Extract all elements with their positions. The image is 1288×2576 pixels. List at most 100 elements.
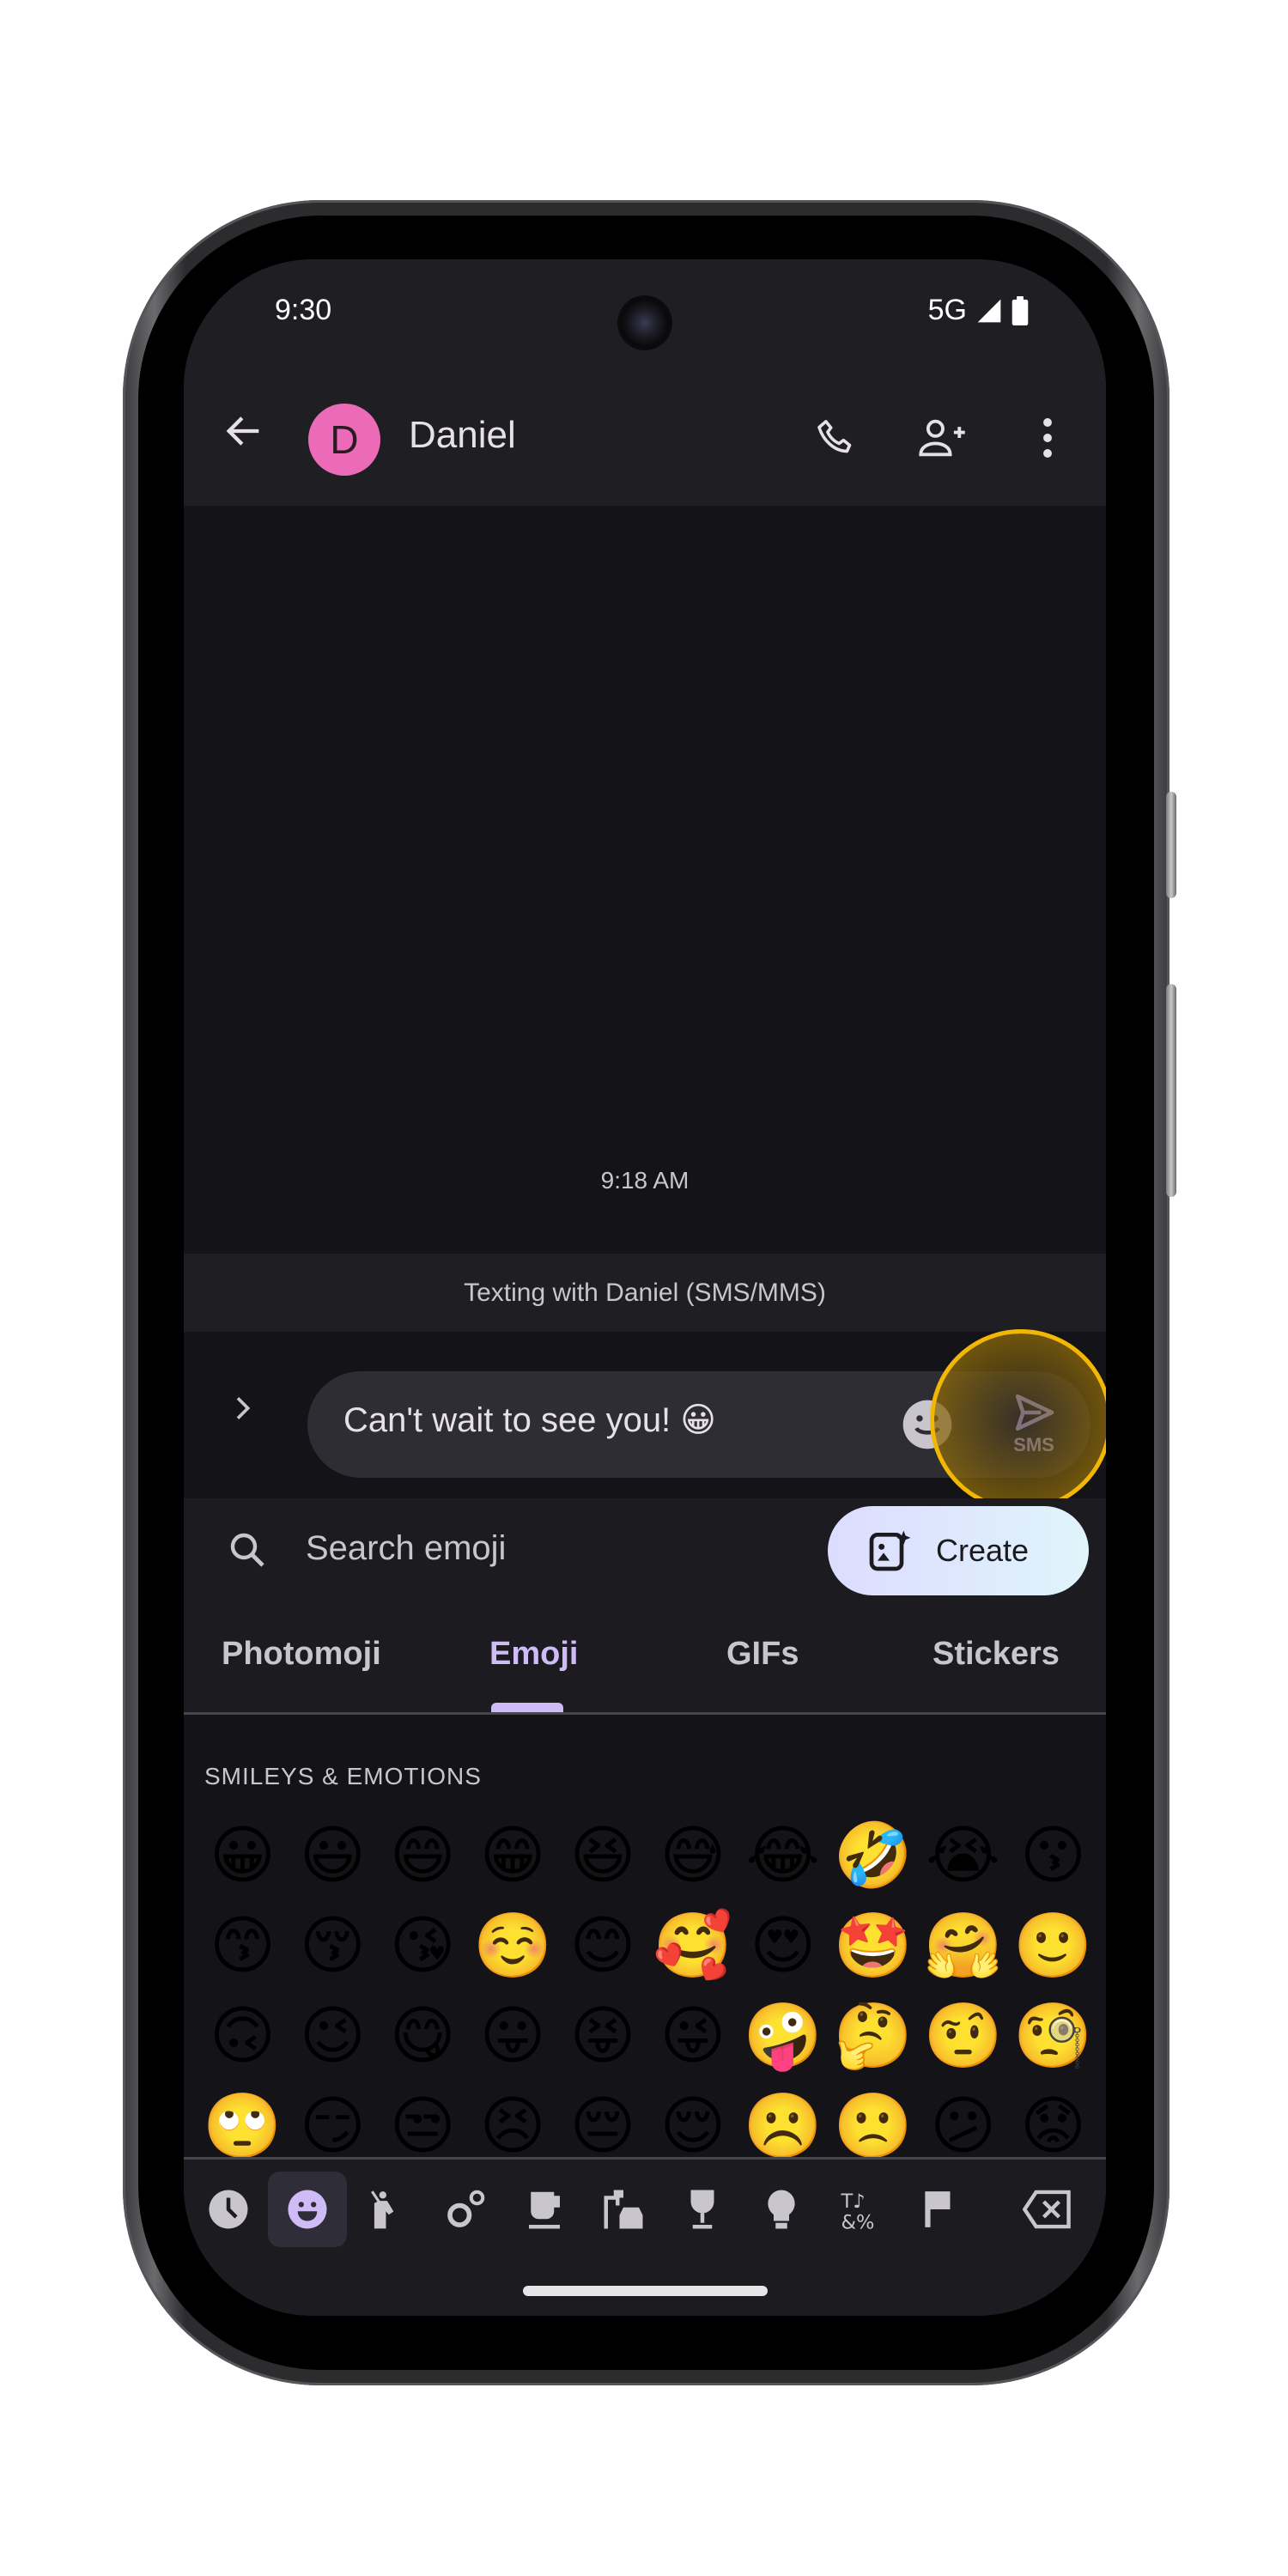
emoji-item[interactable]: 😁: [468, 1811, 558, 1901]
category-symbols[interactable]: T♪ &%: [821, 2172, 900, 2247]
send-sms-button[interactable]: SMS: [977, 1380, 1091, 1469]
tab-gifs[interactable]: GIFs: [726, 1636, 799, 1673]
network-label: 5G: [927, 294, 967, 326]
emoji-item[interactable]: 😋: [378, 1991, 468, 2081]
status-bar: 9:30 5G: [184, 259, 1106, 369]
category-recent[interactable]: [189, 2172, 268, 2247]
create-button[interactable]: Create: [828, 1506, 1089, 1595]
contact-name[interactable]: Daniel: [409, 414, 516, 457]
emoji-item[interactable]: 😊: [558, 1901, 648, 1991]
emoji-item[interactable]: 🤔: [828, 1991, 918, 2081]
category-objects[interactable]: [742, 2172, 821, 2247]
emoji-item[interactable]: 🙂: [1008, 1901, 1098, 1991]
add-contact-button[interactable]: [912, 407, 974, 469]
compose-bar: Can't wait to see you! 😀 SMS: [184, 1332, 1106, 1498]
emoji-search-row: Search emoji Create: [184, 1498, 1106, 1601]
emoji-item[interactable]: 😜: [647, 1991, 738, 2081]
category-travel[interactable]: [584, 2172, 663, 2247]
message-timestamp: 9:18 AM: [600, 1167, 690, 1194]
emoji-grid: 😀 😃 😄 😁 😆 😅 😂 🤣 😭 😗 😙 😚 😘 ☺️ 😊 🥰 😍 🤩 🤗 🙂 🙃 😉 😋 😛 😝 😜 🤪 🤔 🤨 🧐 🙄 😏 😒 😣 😔 😌 ☹️ 🙁…: [197, 1811, 1099, 2172]
travel-icon: [604, 2190, 643, 2229]
emoji-item[interactable]: 😆: [558, 1811, 648, 1901]
add-person-icon: [919, 419, 965, 457]
send-icon: [1015, 1394, 1054, 1431]
status-time: 9:30: [275, 294, 332, 326]
tab-stickers[interactable]: Stickers: [933, 1636, 1060, 1673]
emoji-item[interactable]: 🤨: [918, 1991, 1008, 2081]
battery-icon: [1012, 295, 1029, 325]
smileys-icon: [288, 2190, 327, 2229]
more-vert-icon: [1043, 418, 1052, 458]
people-icon: [371, 2190, 394, 2229]
tab-photomoji[interactable]: Photomoji: [222, 1636, 381, 1673]
home-indicator[interactable]: [523, 2286, 768, 2296]
emoji-item[interactable]: 😄: [378, 1811, 468, 1901]
emoji-item[interactable]: 🧐: [1008, 1991, 1098, 2081]
back-button[interactable]: [216, 409, 271, 464]
message-input-text[interactable]: Can't wait to see you! 😀: [343, 1400, 716, 1440]
sms-banner: Texting with Daniel (SMS/MMS): [184, 1254, 1106, 1332]
svg-text:&%: &%: [841, 2212, 875, 2233]
backspace-icon: [1023, 2190, 1071, 2229]
objects-icon: [768, 2190, 795, 2229]
chevron-right-icon: [236, 1397, 251, 1419]
emoji-item[interactable]: 🤪: [738, 1991, 828, 2081]
create-sticker-icon: [869, 1530, 911, 1571]
emoji-item[interactable]: 😂: [738, 1811, 828, 1901]
front-camera: [617, 295, 672, 350]
activities-icon: [690, 2190, 714, 2229]
send-label: SMS: [1013, 1434, 1054, 1455]
emoji-category-bar: T♪ &%: [184, 2157, 1106, 2266]
emoji-item[interactable]: 🥰: [647, 1901, 738, 1991]
emoji-item[interactable]: 😃: [288, 1811, 378, 1901]
signal-icon: [977, 299, 1001, 322]
emoji-item[interactable]: 🙃: [197, 1991, 288, 2081]
emoji-item[interactable]: 😛: [468, 1991, 558, 2081]
emoji-item[interactable]: 😉: [288, 1991, 378, 2081]
emoji-icon: [902, 1400, 952, 1449]
category-flags[interactable]: [900, 2172, 979, 2247]
emoji-item[interactable]: 😭: [918, 1811, 1008, 1901]
category-activities[interactable]: [663, 2172, 742, 2247]
message-input[interactable]: Can't wait to see you! 😀 SMS: [307, 1371, 1091, 1478]
emoji-item[interactable]: 😝: [558, 1991, 648, 2081]
svg-text:T♪: T♪: [841, 2190, 866, 2213]
emoji-item[interactable]: 😚: [288, 1901, 378, 1991]
search-icon[interactable]: [227, 1529, 268, 1571]
message-thread: 9:18 AM: [184, 506, 1106, 1254]
volume-button: [1166, 984, 1176, 1197]
category-people[interactable]: [347, 2172, 426, 2247]
category-food[interactable]: [505, 2172, 584, 2247]
emoji-item[interactable]: 🤗: [918, 1901, 1008, 1991]
status-icons: 5G: [928, 294, 1029, 327]
emoji-item[interactable]: ☺️: [468, 1901, 558, 1991]
emoji-button[interactable]: [898, 1395, 957, 1454]
backspace-button[interactable]: [1008, 2172, 1087, 2247]
tab-emoji[interactable]: Emoji: [489, 1636, 578, 1673]
category-smileys[interactable]: [268, 2172, 347, 2247]
emoji-item[interactable]: 🤩: [828, 1901, 918, 1991]
emoji-item[interactable]: 😙: [197, 1901, 288, 1991]
emoji-item[interactable]: 😅: [647, 1811, 738, 1901]
emoji-item[interactable]: 🤣: [828, 1811, 918, 1901]
more-options-button[interactable]: [1017, 407, 1078, 469]
category-nature[interactable]: [426, 2172, 505, 2247]
recent-icon: [209, 2190, 248, 2229]
emoji-item[interactable]: 😘: [378, 1901, 468, 1991]
food-icon: [529, 2191, 560, 2229]
expand-button[interactable]: [215, 1385, 270, 1440]
flags-icon: [925, 2191, 951, 2227]
emoji-item[interactable]: 😗: [1008, 1811, 1098, 1901]
avatar[interactable]: D: [308, 404, 380, 476]
symbols-icon: T♪&%: [841, 2190, 875, 2233]
emoji-item[interactable]: 😀: [197, 1811, 288, 1901]
call-button[interactable]: [805, 407, 867, 469]
nature-icon: [447, 2190, 485, 2227]
power-button: [1166, 792, 1176, 898]
screen: 9:30 5G D Daniel 9:18 AM Texting with Da…: [184, 259, 1106, 2316]
emoji-item[interactable]: 😍: [738, 1901, 828, 1991]
emoji-search-input[interactable]: Search emoji: [306, 1529, 506, 1568]
phone-icon: [817, 420, 852, 453]
tab-indicator: [491, 1703, 563, 1712]
emoji-panel: SMILEYS & EMOTIONS 😀 😃 😄 😁 😆 😅 😂 🤣 😭 😗 😙 😚 😘 ☺️ 😊 🥰 😍 🤩 🤗 🙂…: [184, 1715, 1106, 2163]
